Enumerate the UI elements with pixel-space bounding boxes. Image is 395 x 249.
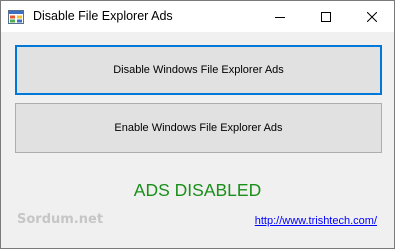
- status-label: ADS DISABLED: [133, 180, 262, 200]
- app-window: Disable File Explorer Ads Disable Window…: [0, 0, 395, 249]
- window-title: Disable File Explorer Ads: [33, 9, 173, 23]
- client-area: Disable Windows File Explorer Ads Enable…: [1, 32, 394, 248]
- enable-ads-button[interactable]: Enable Windows File Explorer Ads: [15, 103, 382, 153]
- minimize-icon: [275, 16, 285, 18]
- maximize-icon: [321, 11, 331, 22]
- minimize-button[interactable]: [257, 1, 303, 32]
- app-window-icon: [8, 9, 24, 24]
- maximize-button[interactable]: [303, 1, 349, 32]
- close-button[interactable]: [349, 1, 395, 32]
- disable-ads-button[interactable]: Disable Windows File Explorer Ads: [15, 45, 382, 95]
- title-bar[interactable]: Disable File Explorer Ads: [1, 1, 394, 32]
- trishtech-link[interactable]: http://www.trishtech.com/: [255, 215, 377, 227]
- sordum-brand-label: Sordum.net: [17, 212, 104, 227]
- close-icon: [367, 11, 377, 22]
